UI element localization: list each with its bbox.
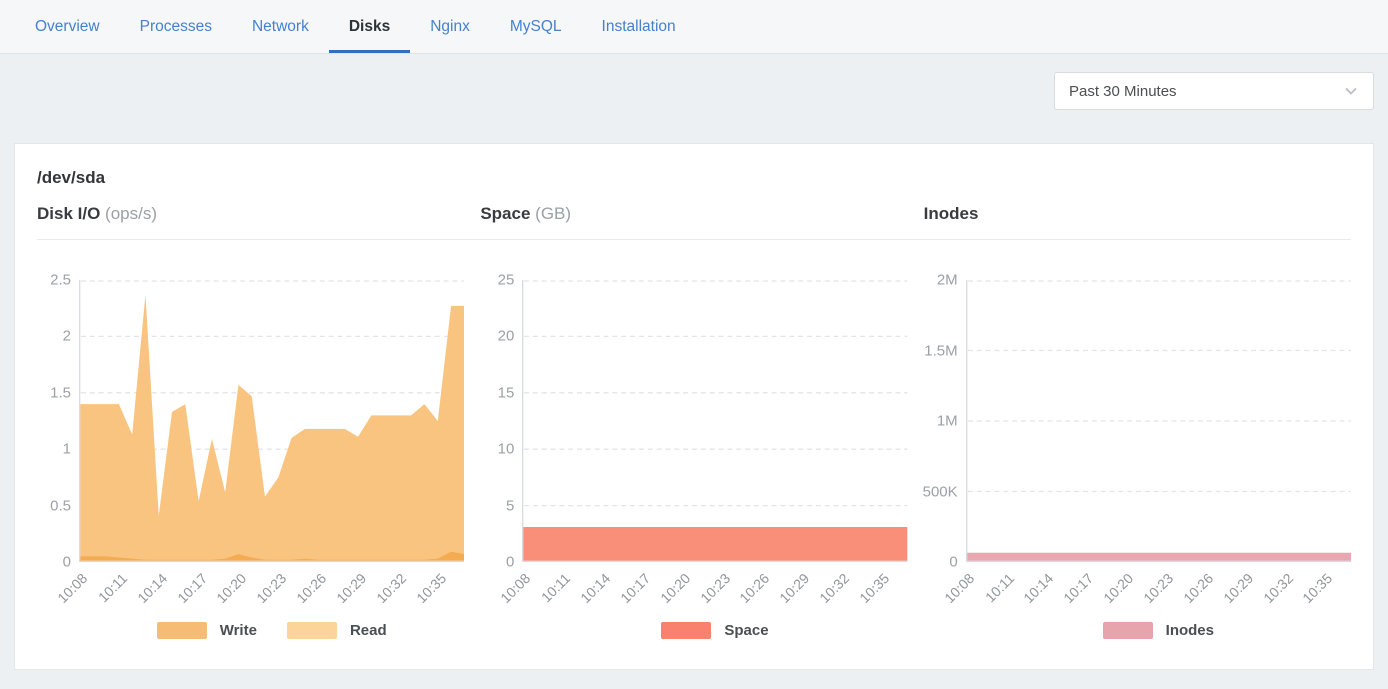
- chart-legend: Inodes: [966, 622, 1351, 639]
- y-axis-tick-label: 15: [498, 384, 515, 401]
- time-range-select[interactable]: Past 30 Minutes: [1054, 72, 1374, 110]
- chart-title-disk-io: Disk I/O (ops/s): [37, 204, 464, 224]
- chart-unit: (GB): [535, 204, 571, 223]
- y-axis-tick-label: 1M: [937, 413, 958, 430]
- inodes-chart: 0 500K 1M 1.5M 2M 10:0810:1110:1410:1710:201…: [924, 270, 1351, 647]
- chart-legend: WriteRead: [79, 622, 464, 639]
- y-axis-tick-label: 20: [498, 328, 515, 345]
- x-axis: 10:0810:1110:1410:1710:2010:2310:2610:29…: [966, 562, 1351, 612]
- y-axis-tick-label: 0: [506, 554, 514, 571]
- y-axis-tick-label: 0: [949, 554, 957, 571]
- y-axis-tick-label: 0: [63, 554, 71, 571]
- y-axis-tick-label: 10: [498, 441, 515, 458]
- x-axis: 10:0810:1110:1410:1710:2010:2310:2610:29…: [79, 562, 464, 612]
- disk-io-chart: 0 0.5 1 1.5 2 2.5 10:0810:1110:1410:1710:2010…: [37, 270, 464, 647]
- area-series-space: [522, 527, 907, 562]
- chart-legend: Space: [522, 622, 907, 639]
- y-axis-tick-label: 25: [498, 272, 515, 289]
- y-axis-tick-label: 1: [63, 441, 71, 458]
- y-axis: 0510152025: [480, 280, 522, 562]
- legend-item-read[interactable]: Read: [287, 622, 387, 639]
- plot-area: [79, 280, 464, 562]
- charts-row: 0 0.5 1 1.5 2 2.5 10:0810:1110:1410:1710:2010…: [37, 270, 1351, 647]
- toolbar: Past 30 Minutes: [0, 54, 1388, 110]
- y-axis: 00.511.522.5: [37, 280, 79, 562]
- y-axis-tick-label: 2: [63, 328, 71, 345]
- tab-disks[interactable]: Disks: [329, 0, 410, 53]
- time-range-value: Past 30 Minutes: [1069, 83, 1177, 100]
- main-content: Past 30 Minutes /dev/sda Disk I/O (ops/s…: [0, 54, 1388, 670]
- chart-title-inodes: Inodes: [924, 204, 1351, 224]
- chart-title-space: Space (GB): [480, 204, 907, 224]
- y-axis: 0500K1M1.5M2M: [924, 280, 966, 562]
- y-axis-tick-label: 2M: [937, 272, 958, 289]
- disk-panel: /dev/sda Disk I/O (ops/s) Space (GB) Ino…: [14, 143, 1374, 670]
- tab-processes[interactable]: Processes: [120, 0, 232, 53]
- chart-unit: (ops/s): [105, 204, 157, 223]
- tab-nginx[interactable]: Nginx: [410, 0, 490, 53]
- chart-titles-row: Disk I/O (ops/s) Space (GB) Inodes: [37, 204, 1351, 240]
- y-axis-tick-label: 2.5: [50, 272, 71, 289]
- tab-bar: Overview Processes Network Disks Nginx M…: [0, 0, 1388, 54]
- y-axis-tick-label: 0.5: [50, 497, 71, 514]
- space-chart: 0 5 10 15 20 25 10:0810:1110:1410:1710:2010:2…: [480, 270, 907, 647]
- x-axis: 10:0810:1110:1410:1710:2010:2310:2610:29…: [522, 562, 907, 612]
- plot-area: [522, 280, 907, 562]
- y-axis-tick-label: 1.5M: [924, 342, 957, 359]
- tab-overview[interactable]: Overview: [15, 0, 120, 53]
- tab-mysql[interactable]: MySQL: [490, 0, 582, 53]
- area-series-write: [79, 295, 464, 562]
- legend-item-inodes[interactable]: Inodes: [1103, 622, 1214, 639]
- plot-area: [966, 280, 1351, 562]
- tab-installation[interactable]: Installation: [582, 0, 696, 53]
- y-axis-tick-label: 1.5: [50, 384, 71, 401]
- y-axis-tick-label: 500K: [923, 483, 958, 500]
- tab-network[interactable]: Network: [232, 0, 329, 53]
- y-axis-tick-label: 5: [506, 497, 514, 514]
- device-title: /dev/sda: [37, 168, 1351, 188]
- chevron-down-icon: [1343, 83, 1359, 99]
- tabs: Overview Processes Network Disks Nginx M…: [15, 0, 1388, 53]
- legend-swatch: [287, 622, 337, 639]
